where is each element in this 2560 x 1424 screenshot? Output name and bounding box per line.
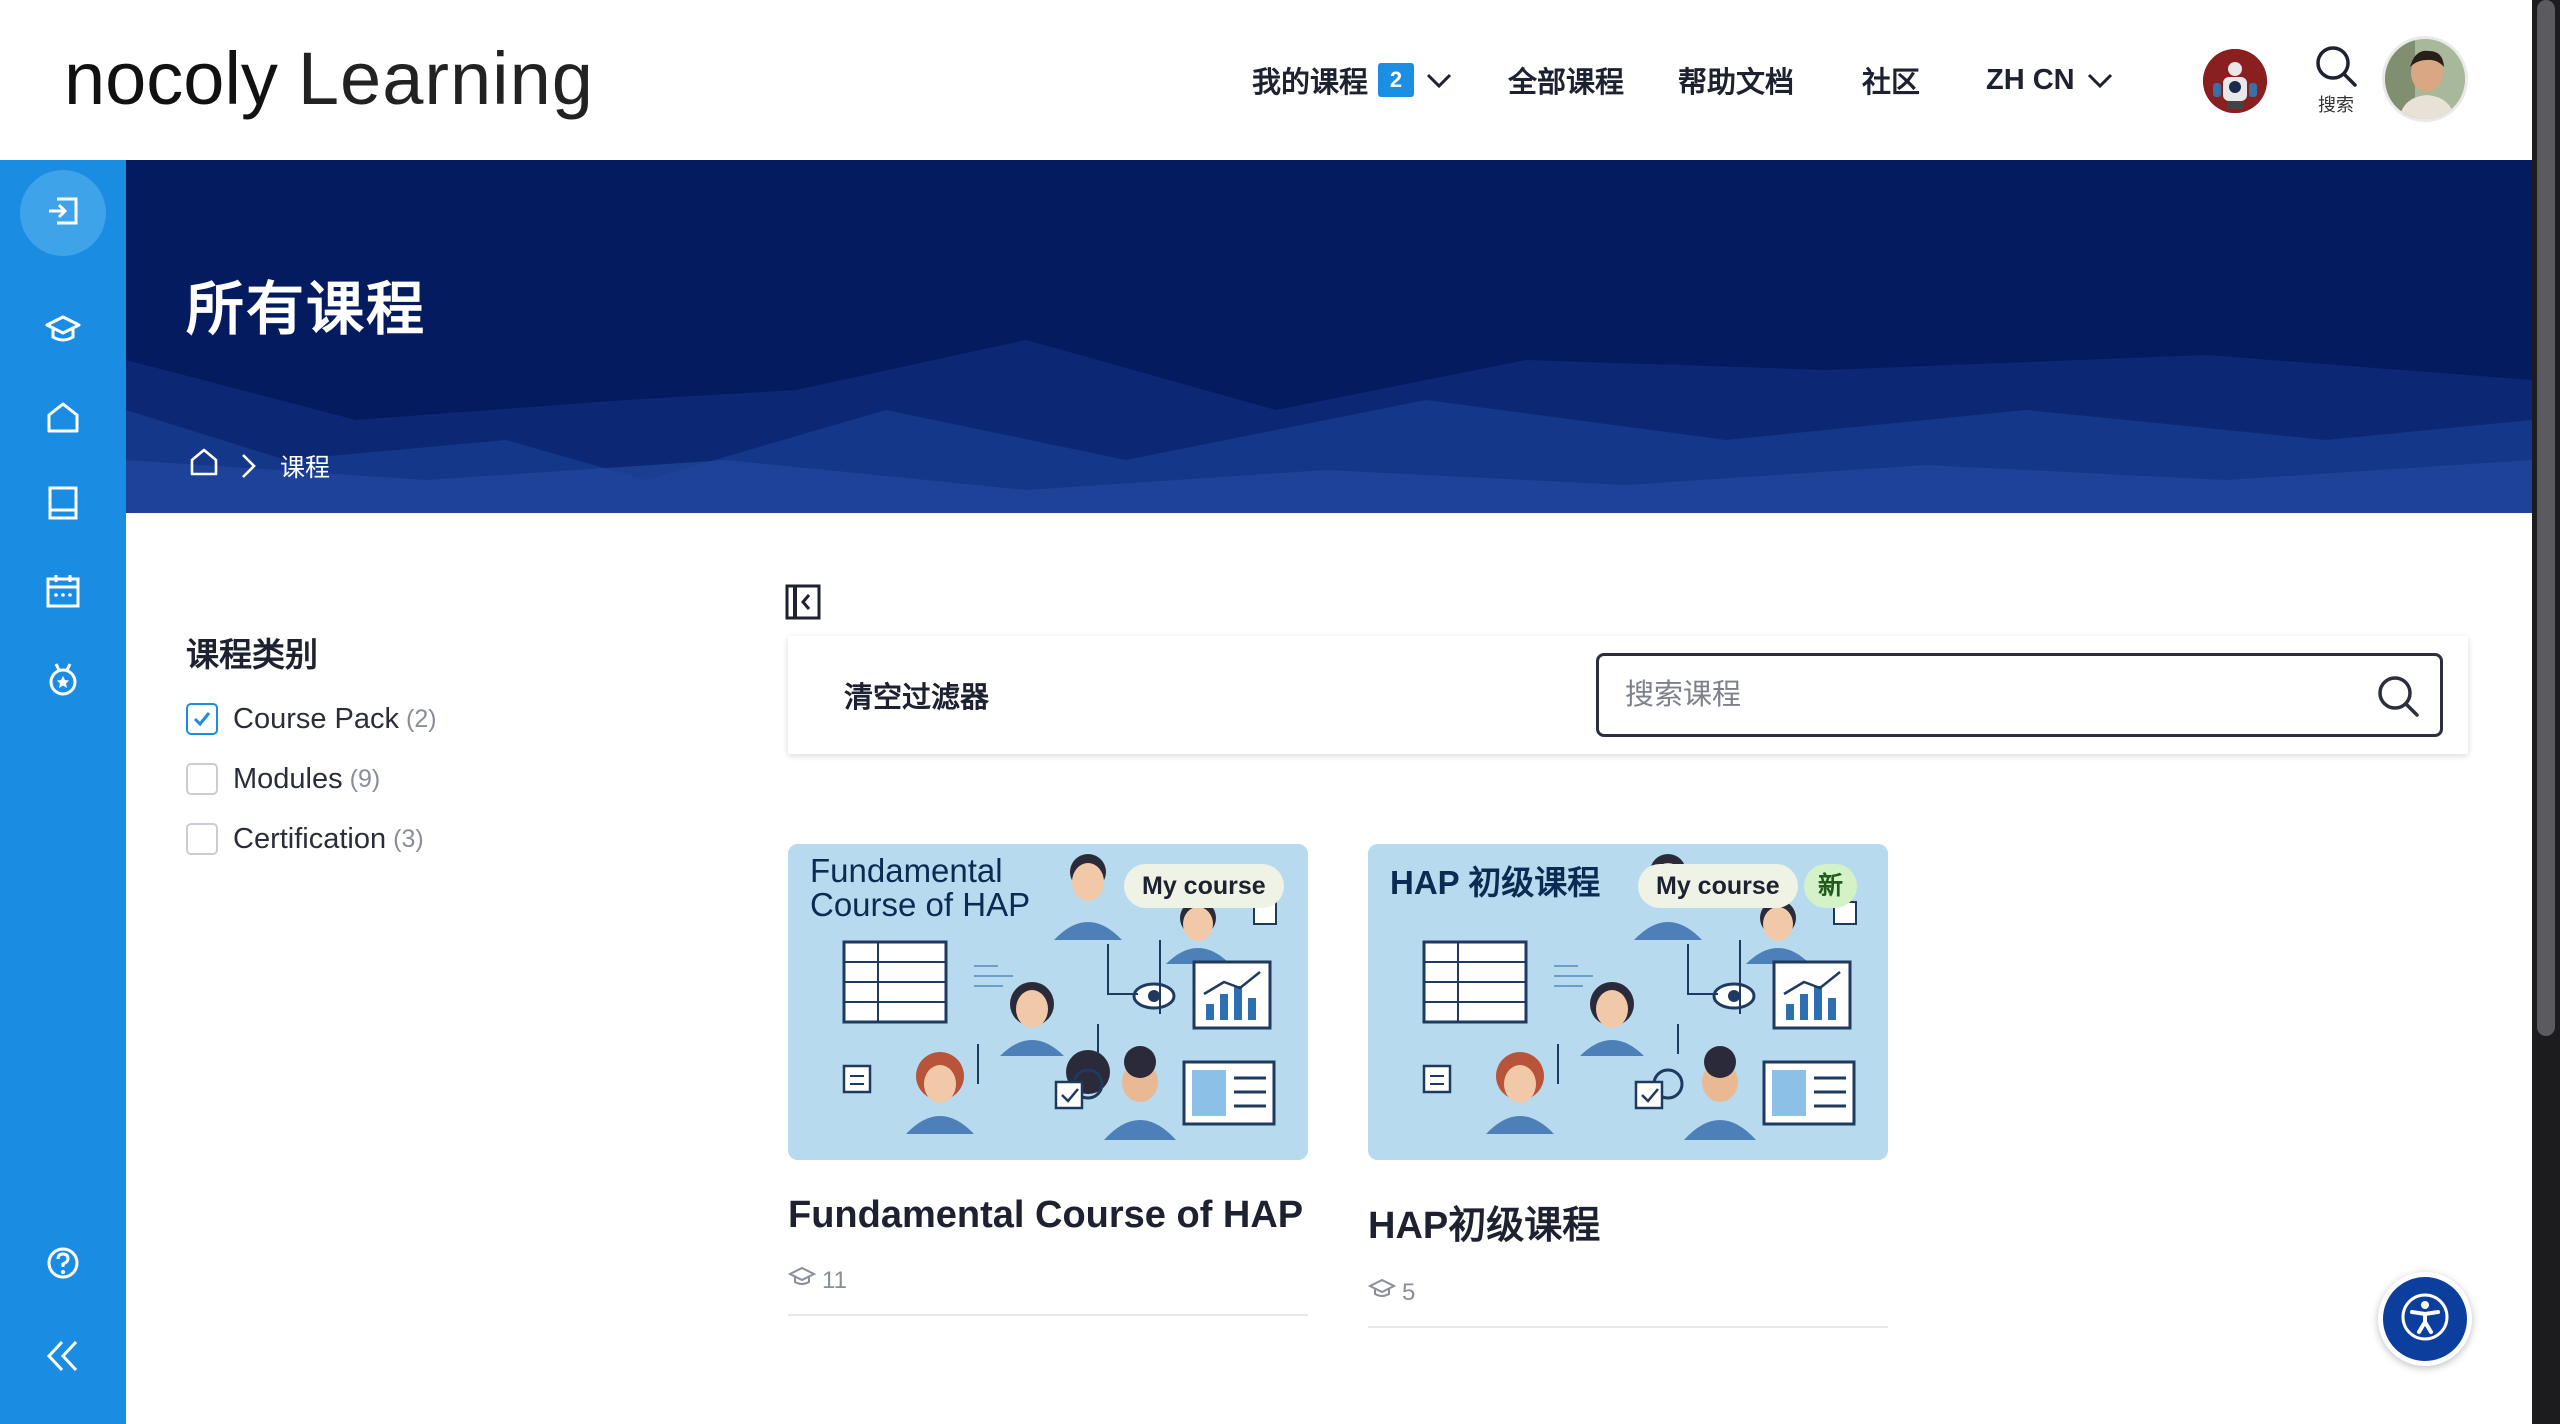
course-search-input[interactable] xyxy=(1625,656,2365,734)
filter-course-pack[interactable]: Course Pack (2) xyxy=(186,699,437,739)
scrollbar-thumb[interactable] xyxy=(2537,0,2555,1036)
filter-checkbox-checked[interactable] xyxy=(186,703,218,735)
header-search-label: 搜索 xyxy=(2318,95,2354,115)
filter-checkbox[interactable] xyxy=(186,763,218,795)
nav-all-courses[interactable]: 全部课程 xyxy=(1508,55,1624,105)
graduation-cap-icon xyxy=(787,1265,817,1296)
chevron-down-icon xyxy=(1426,64,1452,97)
chevron-right-icon xyxy=(240,452,258,480)
sidebar-item-exit[interactable] xyxy=(20,170,106,256)
left-sidebar xyxy=(0,160,126,1424)
clear-filters-button[interactable]: 清空过滤器 xyxy=(844,674,989,716)
card-divider xyxy=(788,1314,1308,1316)
graduation-cap-icon xyxy=(1367,1277,1397,1308)
course-lesson-count: 5 xyxy=(1402,1278,1416,1306)
filter-count: (3) xyxy=(393,824,424,853)
page-title: 所有课程 xyxy=(186,277,427,342)
search-icon xyxy=(2314,46,2358,92)
new-badge: 新 xyxy=(1804,864,1858,908)
hero-mountains xyxy=(126,340,2532,513)
home-icon xyxy=(43,397,83,442)
top-header: nocoly Learning 我的课程 2 全部课程 帮助文档 社区 ZH CN xyxy=(0,0,2532,160)
collapse-icon xyxy=(43,1336,83,1381)
course-search-box[interactable] xyxy=(1596,653,2443,737)
nav-community[interactable]: 社区 xyxy=(1862,55,1920,105)
panel-toggle-icon xyxy=(785,584,821,624)
course-lesson-count: 11 xyxy=(822,1266,847,1294)
sidebar-item-achievements[interactable] xyxy=(20,638,106,724)
sidebar-item-library[interactable] xyxy=(20,462,106,548)
calendar-icon xyxy=(43,571,83,616)
accessibility-button[interactable] xyxy=(2378,1272,2472,1366)
filter-label: Course Pack xyxy=(233,702,400,735)
course-toolbar: 清空过滤器 xyxy=(788,636,2468,754)
language-selector[interactable]: ZH CN xyxy=(1986,55,2113,105)
chevron-down-icon xyxy=(2087,64,2113,97)
course-meta: 5 xyxy=(1367,1277,1888,1308)
filter-category-title: 课程类别 xyxy=(186,636,318,673)
accessibility-icon xyxy=(2400,1292,2450,1347)
help-icon xyxy=(43,1243,83,1288)
breadcrumb: 课程 xyxy=(188,446,330,485)
course-thumbnail[interactable]: Fundamental Course of HAP My course xyxy=(788,844,1308,1160)
thumbnail-title: HAP 初级课程 xyxy=(1390,864,1601,901)
filter-count: (9) xyxy=(349,764,381,793)
header-search-button[interactable]: 搜索 xyxy=(2308,44,2364,117)
filter-label: Certification xyxy=(233,822,387,855)
home-icon[interactable] xyxy=(188,446,220,485)
logo-brand: nocoly xyxy=(64,37,278,120)
language-label: ZH CN xyxy=(1986,63,2075,96)
course-card[interactable]: Fundamental Course of HAP My course Fund… xyxy=(787,844,1308,1316)
course-title[interactable]: Fundamental Course of HAP xyxy=(788,1194,1308,1237)
filter-count: (2) xyxy=(406,704,437,733)
nav-my-courses[interactable]: 我的课程 2 xyxy=(1252,55,1452,105)
site-logo[interactable]: nocoly Learning xyxy=(64,34,594,124)
sidebar-item-courses[interactable] xyxy=(20,288,106,374)
my-course-badge: My course xyxy=(1124,864,1284,908)
filter-checkbox[interactable] xyxy=(186,823,218,855)
my-courses-count-badge: 2 xyxy=(1378,63,1415,97)
filter-panel-toggle[interactable] xyxy=(785,584,821,620)
breadcrumb-current: 课程 xyxy=(280,453,331,482)
book-icon xyxy=(43,483,83,528)
card-divider xyxy=(1368,1326,1888,1328)
course-card[interactable]: HAP 初级课程 My course 新 HAP初级课程 5 xyxy=(1367,844,1888,1328)
award-icon xyxy=(43,659,83,704)
course-meta: 11 xyxy=(787,1265,1308,1296)
sidebar-item-home[interactable] xyxy=(20,376,106,462)
graduation-cap-icon xyxy=(43,309,83,354)
filter-modules[interactable]: Modules (9) xyxy=(186,759,380,799)
user-avatar[interactable] xyxy=(2382,36,2468,122)
robot-assistant-icon[interactable] xyxy=(2203,49,2267,113)
course-thumbnail[interactable]: HAP 初级课程 My course 新 xyxy=(1368,844,1888,1160)
nav-help-docs[interactable]: 帮助文档 xyxy=(1678,55,1794,105)
exit-icon xyxy=(43,191,83,236)
page-hero: 所有课程 课程 xyxy=(126,160,2532,513)
sidebar-item-calendar[interactable] xyxy=(20,550,106,636)
sidebar-collapse-button[interactable] xyxy=(20,1315,106,1401)
thumbnail-title: Fundamental Course of HAP xyxy=(810,852,1031,923)
filter-certification[interactable]: Certification (3) xyxy=(186,819,424,859)
search-icon[interactable] xyxy=(2376,674,2420,723)
course-title[interactable]: HAP初级课程 xyxy=(1368,1194,1888,1249)
logo-product: Learning xyxy=(297,37,594,120)
filter-label: Modules xyxy=(233,762,343,795)
sidebar-item-help[interactable] xyxy=(20,1222,106,1308)
nav-my-courses-label: 我的课程 xyxy=(1252,67,1369,99)
my-course-badge: My course xyxy=(1638,864,1798,908)
